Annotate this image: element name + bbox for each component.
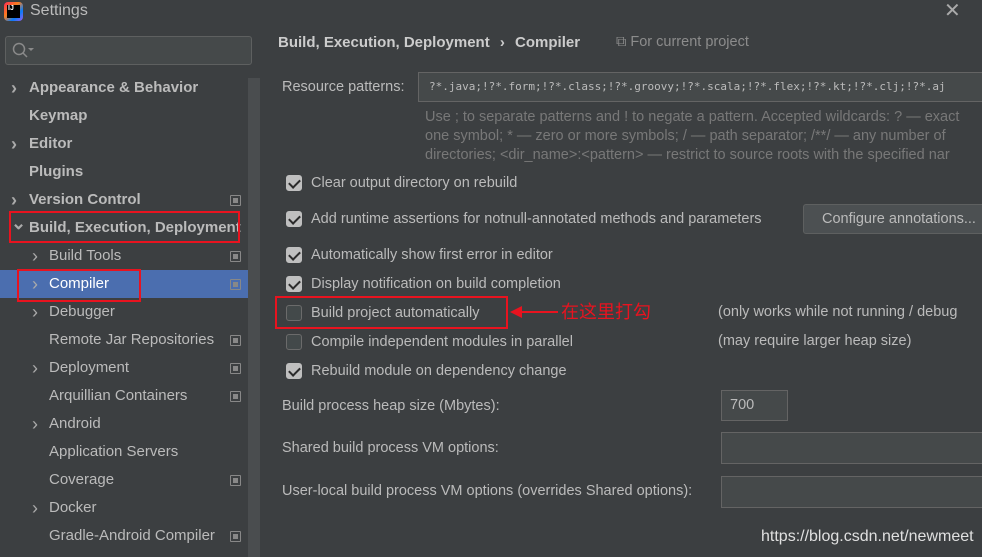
- intellij-idea-icon: IJ: [4, 2, 23, 21]
- search-icon: [12, 42, 34, 58]
- breadcrumb-parent[interactable]: Build, Execution, Deployment: [278, 34, 490, 51]
- sidebar-item-remote-jar-repositories[interactable]: Remote Jar Repositories: [0, 326, 248, 354]
- checkbox[interactable]: [286, 247, 302, 263]
- arrow-annotation-icon: [510, 306, 558, 318]
- sidebar-item-label: Version Control: [29, 191, 141, 208]
- shared-vm-options-input[interactable]: [721, 432, 982, 464]
- chevron-right-icon[interactable]: ›: [11, 74, 17, 102]
- project-scope-icon: [230, 195, 241, 206]
- sidebar-item-label: Remote Jar Repositories: [49, 331, 215, 348]
- window-title: Settings: [30, 2, 88, 19]
- chevron-right-icon[interactable]: ›: [32, 354, 38, 382]
- close-icon[interactable]: ✕: [944, 0, 961, 23]
- checkbox-label: Clear output directory on rebuild: [311, 175, 518, 191]
- sidebar-item-plugins[interactable]: Plugins: [0, 158, 248, 186]
- sidebar-item-deployment[interactable]: › Deployment: [0, 354, 248, 382]
- sidebar-item-label: Appearance & Behavior: [29, 79, 199, 96]
- shared-vm-options-label: Shared build process VM options:: [282, 440, 499, 456]
- checkbox[interactable]: [286, 175, 302, 191]
- option-note: (may require larger heap size): [718, 333, 912, 349]
- chevron-right-icon[interactable]: ›: [32, 298, 38, 326]
- resource-patterns-help: Use ; to separate patterns and ! to nega…: [425, 109, 960, 163]
- checkbox-label: Compile independent modules in parallel: [311, 334, 573, 350]
- checkbox-label: Display notification on build completion: [311, 276, 561, 292]
- highlight-box-build-auto: [275, 296, 508, 329]
- annotation-text: 在这里打勾: [561, 302, 651, 322]
- watermark: https://blog.csdn.net/newmeet: [761, 528, 974, 545]
- sidebar-item-label: Keymap: [29, 107, 88, 124]
- sidebar-item-label: Application Servers: [49, 443, 179, 460]
- project-icon: ⧉: [616, 34, 627, 50]
- sidebar-item-coverage[interactable]: Coverage: [0, 466, 248, 494]
- checkbox[interactable]: [286, 276, 302, 292]
- heap-size-label: Build process heap size (Mbytes):: [282, 398, 500, 414]
- breadcrumb-current: Compiler: [515, 34, 581, 51]
- search-input[interactable]: [5, 36, 252, 65]
- sidebar-item-label: Editor: [29, 135, 73, 152]
- project-scope-icon: [230, 251, 241, 262]
- chevron-right-icon[interactable]: ›: [11, 130, 17, 158]
- checkbox[interactable]: [286, 211, 302, 227]
- sidebar-item-version-control[interactable]: › Version Control: [0, 186, 248, 214]
- sidebar-item-arquillian-containers[interactable]: Arquillian Containers: [0, 382, 248, 410]
- checkbox-label: Add runtime assertions for notnull-annot…: [311, 211, 762, 227]
- project-scope-label: ⧉ For current project: [616, 34, 749, 50]
- breadcrumb-separator: ›: [499, 34, 505, 51]
- sidebar-scrollbar[interactable]: [248, 78, 260, 557]
- checkbox-label: Automatically show first error in editor: [311, 247, 553, 263]
- sidebar-item-docker[interactable]: › Docker: [0, 494, 248, 522]
- heap-size-input[interactable]: 700: [721, 390, 788, 421]
- project-scope-icon: [230, 531, 241, 542]
- project-scope-icon: [230, 391, 241, 402]
- compiler-settings-panel: Build, Execution, Deployment › Compiler …: [262, 24, 982, 557]
- sidebar-item-gradle-android-compiler[interactable]: Gradle-Android Compiler: [0, 522, 248, 550]
- highlight-box-compiler: [17, 269, 141, 302]
- sidebar-item-label: Build Tools: [49, 247, 122, 264]
- sidebar-item-application-servers[interactable]: Application Servers: [0, 438, 248, 466]
- configure-annotations-button[interactable]: Configure annotations...: [803, 204, 982, 234]
- sidebar-item-android[interactable]: › Android: [0, 410, 248, 438]
- project-scope-icon: [230, 363, 241, 374]
- project-scope-icon: [230, 475, 241, 486]
- sidebar-item-label: Arquillian Containers: [49, 387, 188, 404]
- sidebar-item-keymap[interactable]: Keymap: [0, 102, 248, 130]
- chevron-right-icon[interactable]: ›: [32, 494, 38, 522]
- local-vm-options-input[interactable]: [721, 476, 982, 508]
- sidebar-item-debugger[interactable]: › Debugger: [0, 298, 248, 326]
- highlight-box-build: [9, 211, 240, 243]
- sidebar-item-label: Deployment: [49, 359, 130, 376]
- checkbox-label: Rebuild module on dependency change: [311, 363, 567, 379]
- checkbox[interactable]: [286, 363, 302, 379]
- option-note: (only works while not running / debug: [718, 304, 958, 320]
- sidebar-item-label: Android: [49, 415, 101, 432]
- title-bar: IJ Settings ✕: [0, 0, 982, 24]
- sidebar-item-label: Plugins: [29, 163, 84, 180]
- sidebar-item-editor[interactable]: › Editor: [0, 130, 248, 158]
- sidebar-item-build-tools[interactable]: › Build Tools: [0, 242, 248, 270]
- chevron-right-icon[interactable]: ›: [32, 242, 38, 270]
- sidebar-item-label: Debugger: [49, 303, 115, 320]
- sidebar-item-label: Docker: [49, 499, 97, 516]
- project-scope-icon: [230, 335, 241, 346]
- sidebar-item-label: Coverage: [49, 471, 115, 488]
- chevron-right-icon[interactable]: ›: [32, 410, 38, 438]
- breadcrumb: Build, Execution, Deployment › Compiler: [278, 34, 580, 51]
- resource-patterns-input[interactable]: ?*.java;!?*.form;!?*.class;!?*.groovy;!?…: [418, 72, 982, 102]
- local-vm-options-label: User-local build process VM options (ove…: [282, 483, 693, 499]
- sidebar-item-label: Gradle-Android Compiler: [49, 527, 215, 544]
- checkbox[interactable]: [286, 334, 302, 350]
- resource-patterns-label: Resource patterns:: [282, 79, 405, 95]
- project-scope-icon: [230, 279, 241, 290]
- sidebar-item-appearance-behavior[interactable]: › Appearance & Behavior: [0, 74, 248, 102]
- settings-sidebar: › Appearance & Behavior Keymap › Editor Plugi…: [0, 24, 262, 557]
